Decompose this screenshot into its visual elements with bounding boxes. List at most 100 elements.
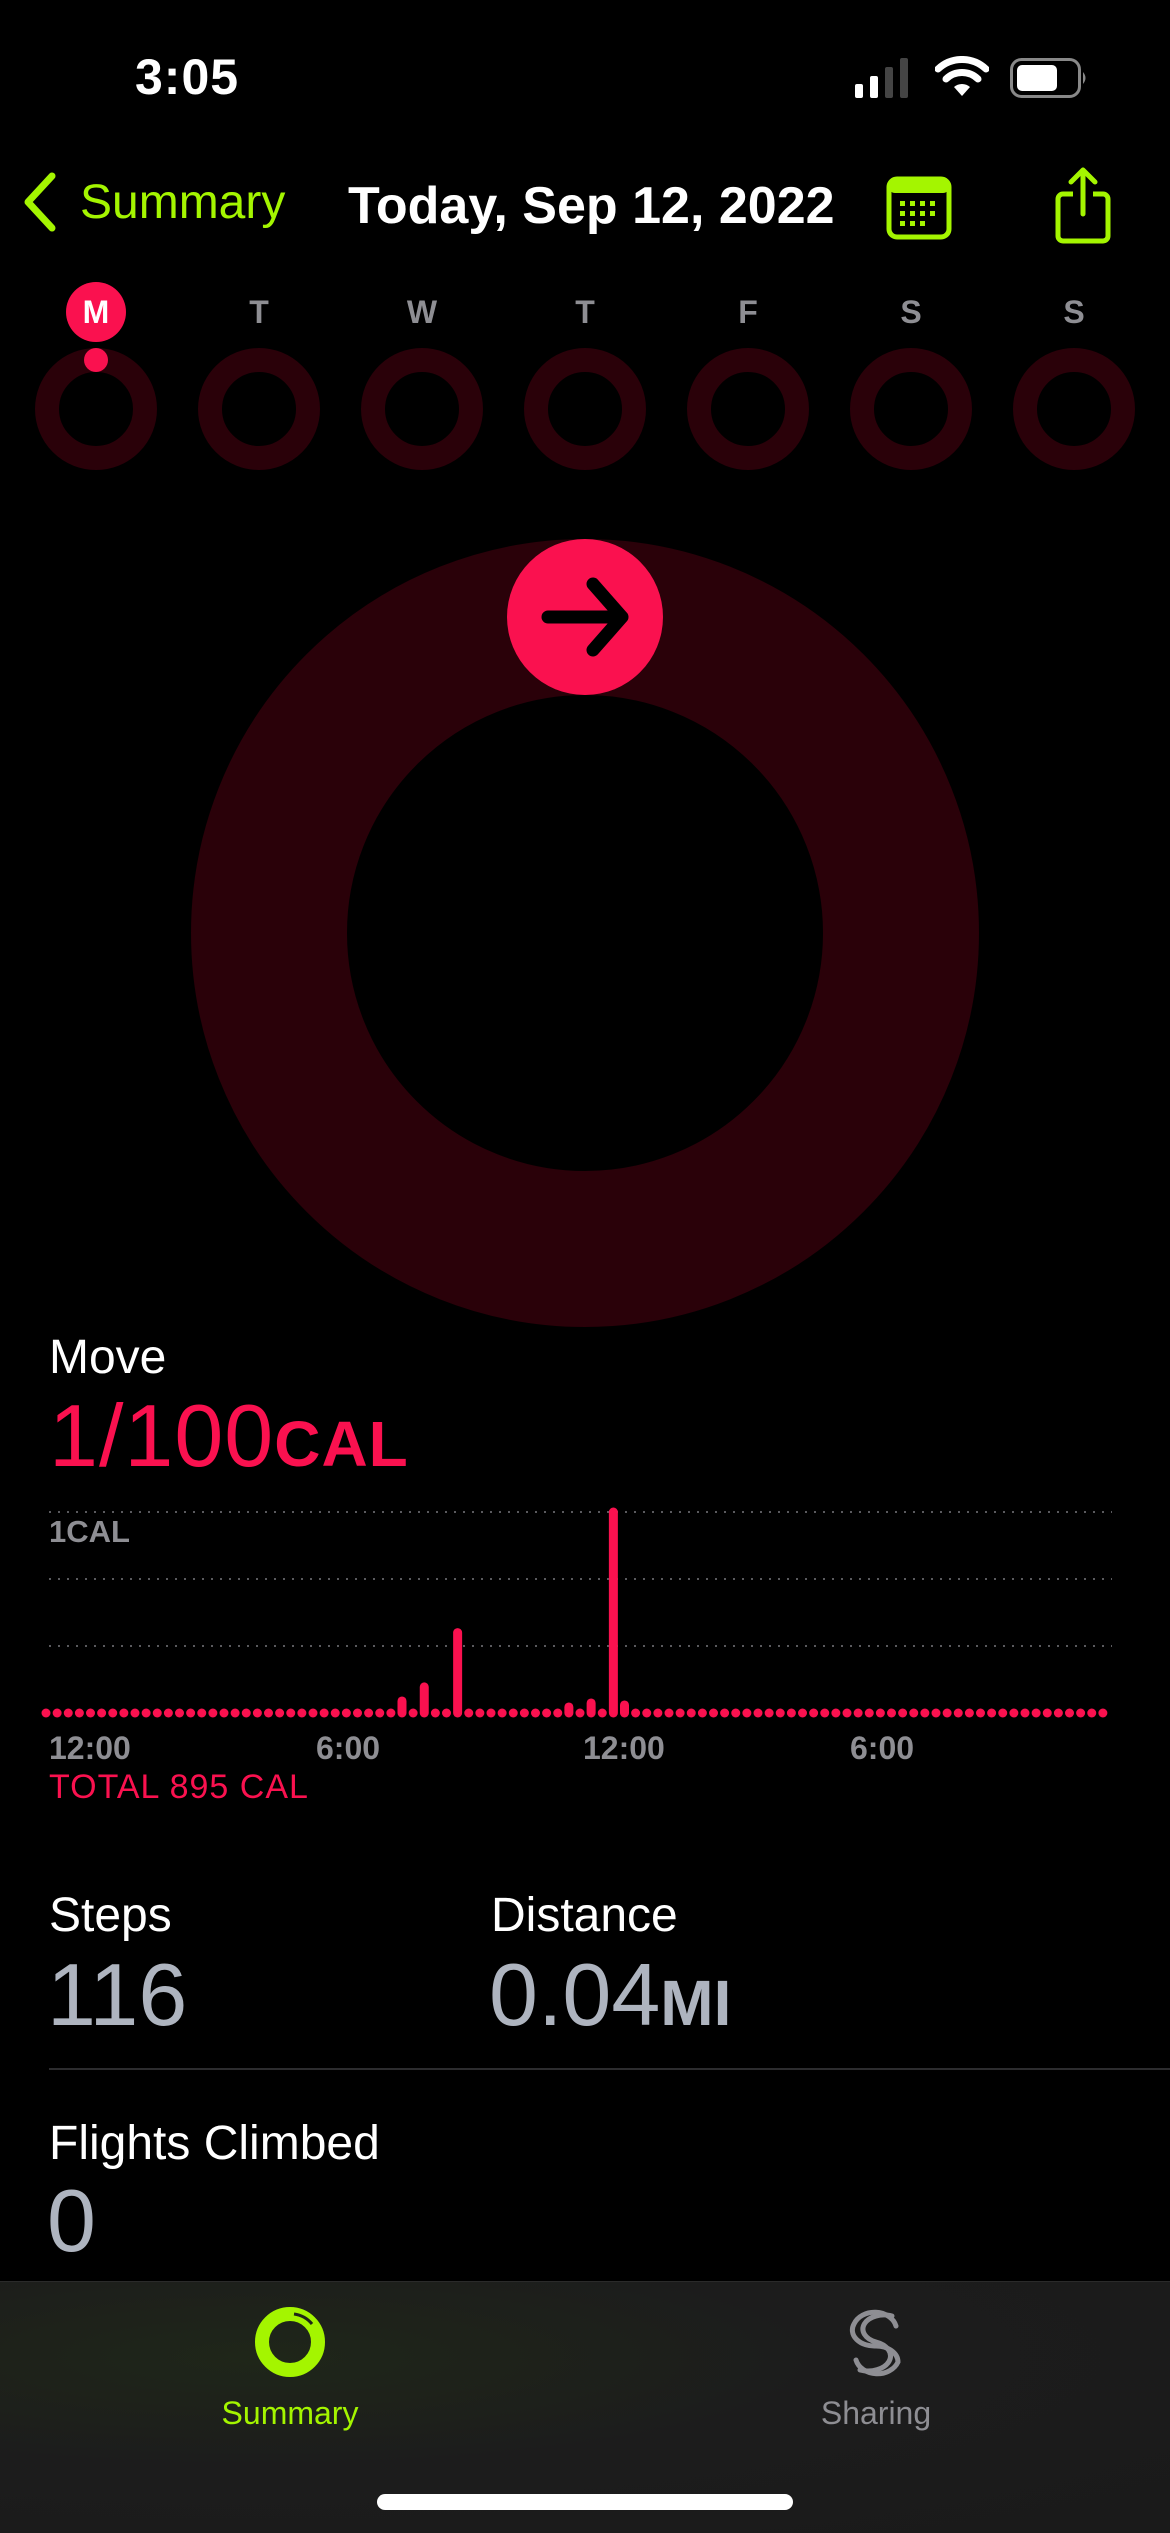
divider bbox=[49, 2068, 1170, 2070]
chart-bar-31 bbox=[386, 1708, 396, 1718]
chart-bar-64 bbox=[753, 1708, 763, 1718]
back-button[interactable]: Summary bbox=[22, 172, 285, 232]
chart-bar-81 bbox=[942, 1708, 952, 1718]
chart-bar-73 bbox=[853, 1708, 863, 1718]
chart-bar-89 bbox=[1031, 1708, 1041, 1718]
chart-bar-12 bbox=[175, 1708, 184, 1718]
day-label-2[interactable]: W bbox=[392, 282, 452, 342]
day-ring-4[interactable] bbox=[687, 348, 809, 470]
steps-label: Steps bbox=[49, 1889, 172, 1942]
day-label-0[interactable]: M bbox=[66, 282, 126, 342]
chart-bar-1 bbox=[52, 1708, 62, 1718]
chart-bar-48 bbox=[575, 1708, 585, 1718]
chevron-left-icon bbox=[24, 172, 56, 232]
x-tick-label-3: 6:00 bbox=[850, 1730, 914, 1766]
chart-bar-61 bbox=[720, 1708, 730, 1718]
chart-bar-10 bbox=[152, 1708, 162, 1718]
chart-bar-41 bbox=[497, 1708, 507, 1718]
chart-bar-63 bbox=[742, 1708, 752, 1718]
chart-bar-3 bbox=[74, 1708, 84, 1718]
chart-bar-25 bbox=[319, 1708, 329, 1718]
day-label-1[interactable]: T bbox=[229, 282, 289, 342]
chart-bar-22 bbox=[286, 1708, 296, 1718]
day-ring-1[interactable] bbox=[198, 348, 320, 470]
chart-bar-84 bbox=[976, 1708, 985, 1718]
chart-bar-17 bbox=[230, 1708, 240, 1718]
calendar-icon[interactable] bbox=[886, 176, 952, 240]
chart-bar-78 bbox=[909, 1708, 919, 1718]
tab-summary[interactable]: Summary bbox=[140, 2282, 440, 2432]
chart-bar-52 bbox=[620, 1700, 629, 1718]
day-label-3[interactable]: T bbox=[555, 282, 615, 342]
chart-bar-21 bbox=[275, 1708, 285, 1718]
chart-bar-57 bbox=[675, 1708, 685, 1718]
chart-bar-53 bbox=[631, 1708, 641, 1718]
flights-value: 0 bbox=[47, 2171, 96, 2270]
battery-icon bbox=[1010, 58, 1086, 98]
chart-bar-68 bbox=[798, 1708, 807, 1718]
chart-bar-87 bbox=[1009, 1708, 1019, 1718]
chart-bar-38 bbox=[464, 1708, 474, 1718]
chart-bar-94 bbox=[1087, 1708, 1097, 1718]
x-tick-label-1: 6:00 bbox=[316, 1730, 380, 1766]
chart-bar-79 bbox=[920, 1708, 930, 1718]
chart-bar-0 bbox=[41, 1708, 51, 1718]
chart-bar-28 bbox=[353, 1708, 362, 1718]
chart-bar-88 bbox=[1020, 1708, 1030, 1718]
tab-sharing[interactable]: Sharing bbox=[726, 2282, 1026, 2432]
home-indicator[interactable] bbox=[377, 2494, 793, 2510]
chart-bar-15 bbox=[208, 1708, 218, 1718]
day-ring-0[interactable] bbox=[35, 348, 157, 470]
chart-bar-50 bbox=[597, 1708, 607, 1718]
move-value-number: 1/100 bbox=[49, 1386, 275, 1485]
chart-bar-51 bbox=[608, 1507, 618, 1718]
day-label-5[interactable]: S bbox=[881, 282, 941, 342]
day-ring-2[interactable] bbox=[361, 348, 483, 470]
move-value: 1/100CAL bbox=[49, 1385, 409, 1487]
chart-bar-27 bbox=[341, 1708, 351, 1718]
chart-bar-92 bbox=[1065, 1708, 1074, 1718]
chart-bar-2 bbox=[63, 1708, 73, 1718]
day-ring-3[interactable] bbox=[524, 348, 646, 470]
chart-bar-6 bbox=[108, 1708, 118, 1718]
day-ring-6[interactable] bbox=[1013, 348, 1135, 470]
chart-bar-14 bbox=[197, 1708, 207, 1718]
chart-bar-55 bbox=[653, 1708, 663, 1718]
chart-bar-60 bbox=[709, 1708, 718, 1718]
chart-bar-34 bbox=[419, 1682, 429, 1718]
move-value-unit: CAL bbox=[274, 1408, 409, 1480]
chart-bar-20 bbox=[264, 1708, 273, 1718]
chart-bar-74 bbox=[864, 1708, 874, 1718]
chart-bar-72 bbox=[842, 1708, 852, 1718]
move-chart: 1CAL 12:00 6:00 12:00 6:00 bbox=[41, 1507, 1112, 1766]
chart-bar-93 bbox=[1076, 1708, 1086, 1718]
chart-bar-32 bbox=[397, 1696, 407, 1718]
chart-bar-71 bbox=[831, 1708, 841, 1718]
day-ring-5[interactable] bbox=[850, 348, 972, 470]
chart-bar-90 bbox=[1042, 1708, 1052, 1718]
status-time: 3:05 bbox=[135, 49, 240, 105]
steps-value: 116 bbox=[47, 1945, 188, 2044]
chart-bar-29 bbox=[364, 1708, 374, 1718]
chart-bar-76 bbox=[887, 1708, 896, 1718]
chart-bar-58 bbox=[686, 1708, 696, 1718]
chart-bar-7 bbox=[119, 1708, 129, 1718]
chart-bar-40 bbox=[486, 1708, 496, 1718]
chart-bar-49 bbox=[586, 1698, 596, 1718]
chart-bar-35 bbox=[430, 1708, 440, 1718]
move-total: TOTAL 895 CAL bbox=[49, 1768, 309, 1806]
chart-bar-77 bbox=[898, 1708, 908, 1718]
day-label-6[interactable]: S bbox=[1044, 282, 1104, 342]
chart-bar-39 bbox=[475, 1708, 485, 1718]
chart-bar-19 bbox=[252, 1708, 262, 1718]
chart-bar-69 bbox=[809, 1708, 819, 1718]
cellular-signal-icon bbox=[855, 58, 908, 98]
chart-bar-62 bbox=[731, 1708, 741, 1718]
chart-bar-45 bbox=[542, 1708, 552, 1718]
page-title: Today, Sep 12, 2022 bbox=[348, 177, 835, 235]
share-icon[interactable] bbox=[1055, 166, 1111, 244]
chart-bar-8 bbox=[130, 1708, 140, 1718]
chart-bar-46 bbox=[553, 1708, 563, 1718]
chart-bar-54 bbox=[642, 1708, 652, 1718]
day-label-4[interactable]: F bbox=[718, 282, 778, 342]
